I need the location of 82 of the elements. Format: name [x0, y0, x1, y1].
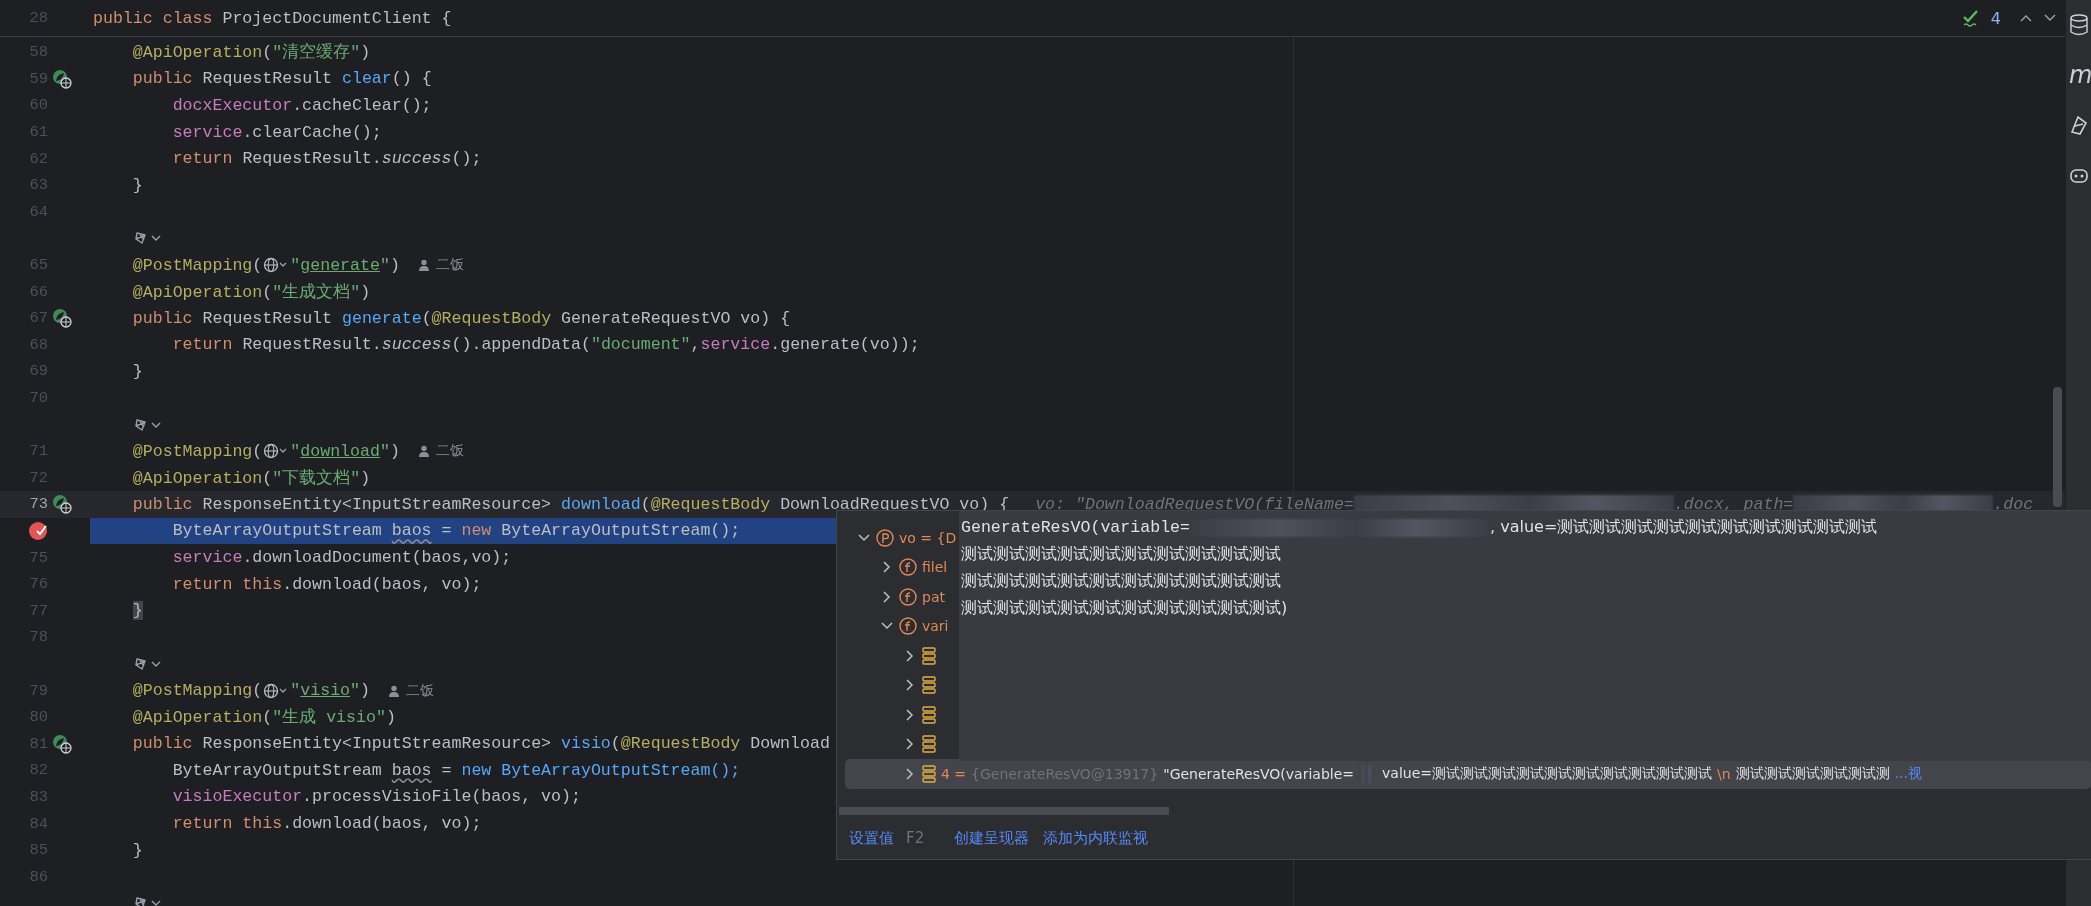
person-icon	[417, 259, 430, 272]
endpoint-icon[interactable]	[52, 494, 72, 515]
code-text: ByteArrayOutputStream baos = new ByteArrayOutputStream();	[172, 521, 741, 541]
variable-name: vari	[922, 618, 949, 635]
code-text: docxExecutor.cacheClear();	[172, 96, 432, 115]
inline-value-text: .doc	[1993, 494, 2034, 514]
code-text: return this.download(baos, vo);	[172, 814, 482, 833]
breakpoint-icon[interactable]	[28, 521, 48, 541]
check-icon[interactable]	[1960, 8, 1981, 28]
variable-name: filel	[922, 559, 948, 576]
code-text: @ApiOperation("清空缓存")	[132, 42, 371, 64]
stack-icon	[922, 705, 936, 724]
spring-hint-icon[interactable]	[133, 230, 163, 247]
tooltip-text: 测试测试测试测试测试测试测试测试测试测试)	[961, 598, 1288, 619]
code-text: @PostMapping(	[132, 255, 263, 275]
tooltip-text: 测试测试测试测试测试测试测试测试测试测试	[961, 544, 1281, 565]
field-icon	[899, 617, 917, 636]
tooltip-text: 测试测试测试测试测试测试测试测试测试测试	[961, 571, 1281, 592]
code-text: service.downloadDocument(baos,vo);	[172, 548, 512, 568]
stack-icon	[922, 764, 936, 783]
inspection-count: 4	[1990, 8, 2001, 28]
author-hint[interactable]: 二饭	[435, 256, 464, 275]
shortcut-hint: F2	[906, 829, 925, 847]
chevron-up-icon[interactable]	[2019, 13, 2033, 23]
endpoint-icon[interactable]	[52, 733, 72, 754]
code-text: }	[132, 175, 143, 195]
variable-value: 测试测试测试测试测试测	[1735, 764, 1890, 783]
database-icon[interactable]	[2069, 14, 2089, 36]
field-icon	[899, 558, 917, 577]
action-link[interactable]: 设置值	[849, 828, 894, 848]
field-icon	[899, 587, 917, 606]
code-text: }	[132, 840, 143, 860]
variable-name: 4 =	[941, 765, 967, 782]
code-text: }	[132, 361, 143, 381]
code-text: service.clearCache();	[172, 122, 382, 142]
code-text: return this.download(baos, vo);	[172, 574, 482, 594]
code-text: public RequestResult clear() {	[132, 69, 432, 89]
variable-name: vo = {D	[899, 529, 957, 546]
variable-value: value=测试测试测试测试测试测试测试测试测试测试	[1382, 764, 1713, 783]
code-text: public ResponseEntity<InputStreamResource> visio(@RequestBody Download	[132, 734, 830, 754]
view-more-link[interactable]: ...视	[1894, 764, 1922, 783]
line-number: 73	[29, 495, 48, 514]
scrollbar-thumb[interactable]	[839, 807, 1169, 815]
inline-value-text: vo: "DownloadRequestVO(fileName=	[1035, 494, 1354, 514]
code-text: visioExecutor.processVisioFile(baos, vo);	[172, 787, 581, 807]
endpoint-icon[interactable]	[52, 68, 72, 89]
action-link[interactable]: 创建呈现器	[954, 828, 1030, 848]
tooltip-text: GenerateResVO(variable=	[961, 518, 1191, 537]
code-text: public RequestResult generate(@RequestBody GenerateRequestVO vo) {	[132, 308, 791, 328]
spring-hint-icon[interactable]	[133, 655, 163, 672]
code-text: @ApiOperation("生成文档")	[132, 281, 371, 303]
code-text: }	[132, 601, 143, 621]
code-text: "download")	[290, 441, 400, 461]
code-text: ByteArrayOutputStream baos = new ByteArrayOutputStream();	[172, 760, 741, 780]
stack-icon	[922, 735, 936, 754]
code-text: return RequestResult.success();	[172, 149, 482, 169]
m-tool-button[interactable]: m	[2069, 64, 2091, 86]
inline-value-text: .docx, path=	[1673, 494, 1794, 514]
escape-sequence: \n	[1717, 765, 1731, 782]
author-hint[interactable]: 二饭	[406, 681, 434, 700]
stack-icon	[922, 646, 936, 665]
stack-icon	[922, 676, 936, 695]
action-link[interactable]: 添加为内联监视	[1043, 828, 1149, 848]
author-hint[interactable]: 二饭	[435, 442, 464, 461]
endpoint-icon[interactable]	[52, 308, 72, 329]
code-text: public class ProjectDocumentClient {	[93, 8, 452, 28]
code-text: return RequestResult.success().appendData("document",service.generate(vo));	[172, 335, 920, 355]
code-text: @PostMapping(	[132, 681, 263, 701]
variable-name: pat	[922, 588, 945, 605]
tooltip-text: , value=测试测试测试测试测试测试测试测试测试测试	[1490, 517, 1878, 538]
code-text: @PostMapping(	[132, 441, 263, 461]
variable-value: "GenerateResVO(variable=	[1163, 765, 1355, 782]
spring-hint-icon[interactable]	[133, 416, 163, 433]
person-icon	[417, 445, 430, 458]
code-text: @ApiOperation("生成 visio")	[132, 707, 396, 729]
code-text: "visio")	[290, 681, 370, 701]
person-icon	[388, 684, 400, 697]
scrollbar-thumb[interactable]	[2053, 387, 2062, 507]
parameter-icon	[876, 528, 894, 547]
code-text: @ApiOperation("下载文档")	[132, 467, 371, 489]
code-text: "generate")	[290, 255, 400, 275]
chevron-down-icon[interactable]	[2043, 13, 2057, 23]
